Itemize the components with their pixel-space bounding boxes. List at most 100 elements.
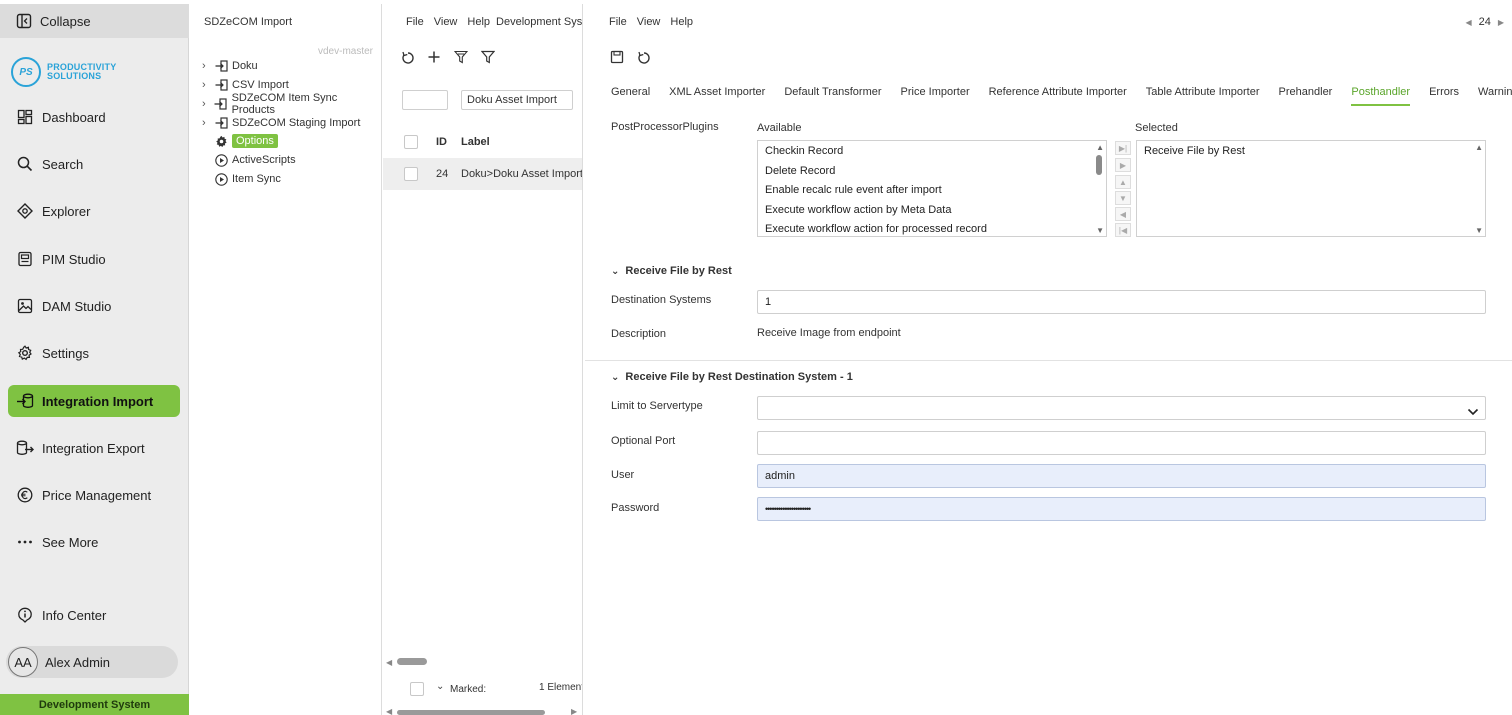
- list-item[interactable]: Delete Record: [758, 162, 1106, 182]
- chevron-right-icon[interactable]: ›: [202, 79, 212, 91]
- nav-pim-studio[interactable]: PIM Studio: [8, 243, 180, 275]
- move-left-icon[interactable]: ◀: [1115, 207, 1131, 221]
- tab-xml-asset-importer[interactable]: XML Asset Importer: [669, 84, 765, 106]
- nav-dashboard[interactable]: Dashboard: [8, 101, 180, 133]
- tab-posthandler[interactable]: Posthandler: [1351, 84, 1411, 106]
- record-number: 24: [1478, 16, 1491, 28]
- previous-record-icon[interactable]: ◀: [1465, 18, 1471, 27]
- menu-file[interactable]: File: [406, 16, 424, 28]
- import-node-icon: [214, 116, 228, 130]
- move-down-icon[interactable]: ▼: [1115, 191, 1131, 205]
- menu-view[interactable]: View: [434, 16, 458, 28]
- tree-item-staging-import[interactable]: › SDZeCOM Staging Import: [202, 114, 360, 132]
- move-all-left-icon[interactable]: |◀: [1115, 223, 1131, 237]
- selected-plugins-list[interactable]: Receive File by Rest ▲ ▼: [1136, 140, 1486, 237]
- row-checkbox[interactable]: [404, 167, 418, 181]
- chevron-down-icon[interactable]: ⌄: [611, 266, 619, 277]
- scroll-up-icon[interactable]: ▲: [1096, 143, 1104, 152]
- nav-see-more[interactable]: See More: [8, 526, 180, 558]
- marked-checkbox[interactable]: [410, 682, 424, 696]
- tab-price-importer[interactable]: Price Importer: [901, 84, 970, 106]
- tab-general[interactable]: General: [611, 84, 650, 106]
- vertical-scrollbar-thumb[interactable]: [1096, 155, 1102, 175]
- nav-integration-export[interactable]: Integration Export: [8, 432, 180, 464]
- list-item[interactable]: Checkin Record: [758, 142, 1106, 162]
- horizontal-scrollbar-thumb[interactable]: [397, 658, 427, 665]
- tab-table-attribute-importer[interactable]: Table Attribute Importer: [1146, 84, 1260, 106]
- filter-settings-icon[interactable]: [453, 49, 469, 65]
- user-menu[interactable]: AA Alex Admin: [6, 646, 178, 678]
- move-all-right-icon[interactable]: ▶|: [1115, 141, 1131, 155]
- nav-explorer[interactable]: Explorer: [8, 195, 180, 227]
- tree-item-options[interactable]: Options: [202, 132, 278, 150]
- destination-systems-field[interactable]: 1: [757, 290, 1486, 314]
- collapse-button[interactable]: Collapse: [0, 4, 189, 38]
- marked-label: Marked:: [450, 684, 487, 695]
- scroll-down-icon[interactable]: ▼: [1475, 226, 1483, 235]
- scroll-down-icon[interactable]: ▼: [1096, 226, 1104, 235]
- list-item[interactable]: Receive File by Rest: [1137, 142, 1485, 162]
- nav-search[interactable]: Search: [8, 148, 180, 180]
- detail-panel: File View Help ◀ 24 ▶ General XML Asset …: [585, 4, 1512, 715]
- menu-system[interactable]: Development System: [496, 16, 582, 28]
- column-id[interactable]: ID: [436, 136, 447, 148]
- servertype-select[interactable]: [757, 396, 1486, 420]
- add-icon[interactable]: [426, 49, 442, 65]
- save-icon[interactable]: [609, 49, 625, 65]
- nav-info-center[interactable]: Info Center: [8, 599, 180, 631]
- refresh-icon[interactable]: [400, 50, 416, 66]
- column-label[interactable]: Label: [461, 136, 490, 148]
- chevron-right-icon[interactable]: ›: [202, 98, 212, 110]
- scroll-left-icon[interactable]: ◀: [386, 658, 392, 667]
- scroll-right-icon[interactable]: ▶: [571, 707, 577, 715]
- menu-view[interactable]: View: [637, 16, 661, 28]
- nav-integration-import[interactable]: Integration Import: [8, 385, 180, 417]
- tab-errors[interactable]: Errors: [1429, 84, 1459, 106]
- nav-price-management[interactable]: Price Management: [8, 479, 180, 511]
- tree-item-item-sync[interactable]: Item Sync: [202, 170, 281, 188]
- menu-help[interactable]: Help: [467, 16, 490, 28]
- list-item[interactable]: Enable recalc rule event after import: [758, 181, 1106, 201]
- table-row[interactable]: 24 Doku>Doku Asset Import: [383, 158, 582, 190]
- move-right-icon[interactable]: ▶: [1115, 158, 1131, 172]
- nav-settings[interactable]: Settings: [8, 337, 180, 369]
- chevron-right-icon[interactable]: ›: [202, 60, 212, 72]
- available-plugins-list[interactable]: Checkin Record Delete Record Enable reca…: [757, 140, 1107, 237]
- chevron-down-icon[interactable]: ⌄: [436, 681, 444, 692]
- filter-icon[interactable]: [480, 49, 496, 65]
- password-field[interactable]: •••••••••••••••••••••: [757, 497, 1486, 521]
- chevron-down-icon[interactable]: ⌄: [611, 372, 619, 383]
- section-destination-system[interactable]: ⌄ Receive File by Rest Destination Syste…: [611, 371, 853, 383]
- label-filter-input[interactable]: Doku Asset Import: [461, 90, 573, 110]
- tab-warnings[interactable]: Warnings: [1478, 84, 1512, 106]
- import-node-icon: [214, 97, 228, 111]
- tab-reference-attribute-importer[interactable]: Reference Attribute Importer: [989, 84, 1127, 106]
- chevron-down-icon[interactable]: [1467, 403, 1479, 425]
- tree-item-doku[interactable]: › Doku: [202, 57, 258, 75]
- element-count: 1 Element: [539, 682, 583, 693]
- nav-search-label: Search: [42, 156, 84, 172]
- refresh-icon[interactable]: [636, 50, 652, 66]
- user-field[interactable]: admin: [757, 464, 1486, 488]
- avatar: AA: [8, 647, 38, 677]
- section-receive-file-by-rest[interactable]: ⌄ Receive File by Rest: [611, 265, 732, 277]
- next-record-icon[interactable]: ▶: [1498, 18, 1504, 27]
- move-up-icon[interactable]: ▲: [1115, 175, 1131, 189]
- list-item[interactable]: Execute workflow action for processed re…: [758, 220, 1106, 236]
- horizontal-scrollbar-thumb[interactable]: [397, 710, 545, 715]
- optional-port-field[interactable]: [757, 431, 1486, 455]
- nav-dam-studio[interactable]: DAM Studio: [8, 290, 180, 322]
- id-filter-input[interactable]: [402, 90, 448, 110]
- scroll-left-icon[interactable]: ◀: [386, 707, 392, 715]
- chevron-right-icon[interactable]: ›: [202, 117, 212, 129]
- select-all-checkbox[interactable]: [404, 135, 418, 149]
- tree-item-item-sync-products[interactable]: › SDZeCOM Item Sync Products: [202, 92, 381, 116]
- tab-default-transformer[interactable]: Default Transformer: [784, 84, 881, 106]
- scroll-up-icon[interactable]: ▲: [1475, 143, 1483, 152]
- menu-help[interactable]: Help: [670, 16, 693, 28]
- menu-file[interactable]: File: [609, 16, 627, 28]
- tab-prehandler[interactable]: Prehandler: [1279, 84, 1333, 106]
- list-item[interactable]: Execute workflow action by Meta Data: [758, 201, 1106, 221]
- tree-item-activescripts[interactable]: ActiveScripts: [202, 151, 296, 169]
- nav-explorer-label: Explorer: [42, 203, 91, 219]
